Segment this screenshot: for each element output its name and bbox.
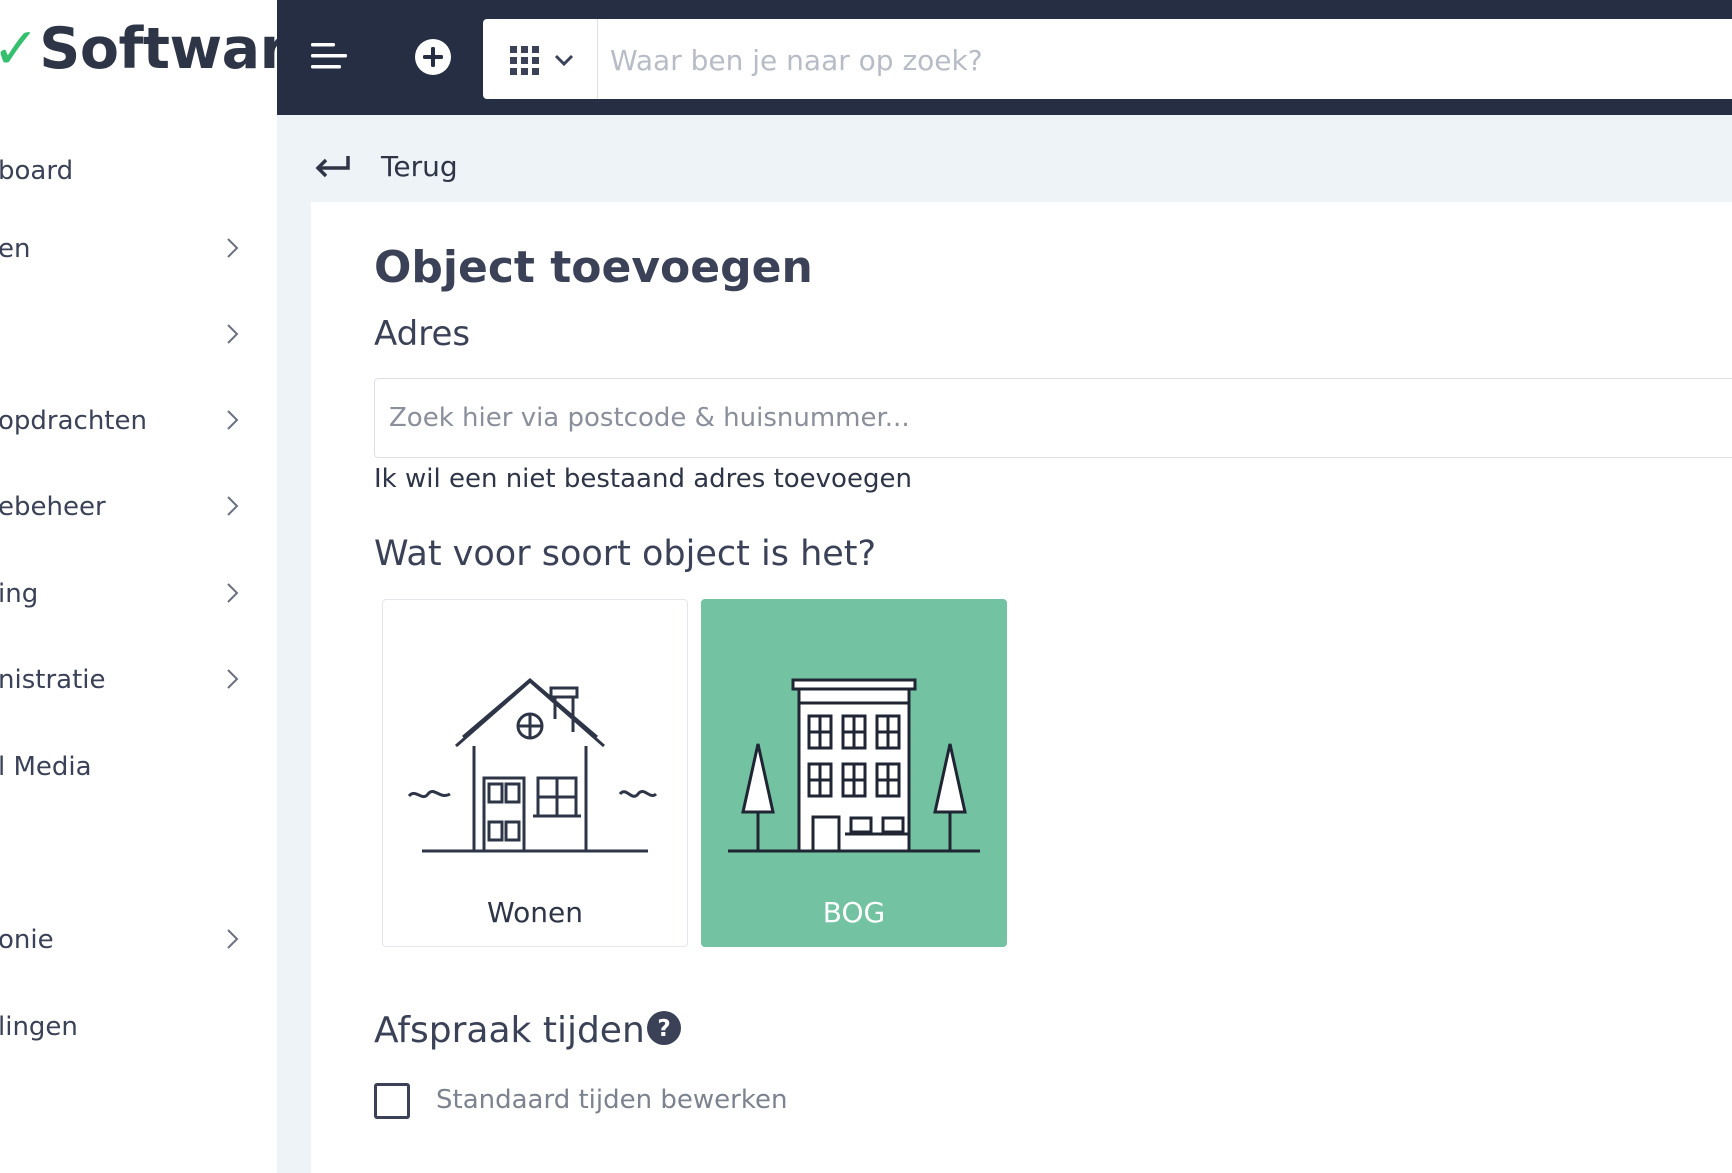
chevron-right-icon xyxy=(227,324,239,344)
chevron-right-icon xyxy=(227,410,239,430)
plus-circle-icon[interactable] xyxy=(414,38,452,76)
chevron-right-icon xyxy=(227,496,239,516)
sidebar-item-label: l Media xyxy=(0,752,92,782)
house-icon xyxy=(407,678,658,853)
object-type-label: Wonen xyxy=(487,896,583,929)
apps-dropdown-button[interactable] xyxy=(483,19,598,99)
sidebar-item-label: ebeheer xyxy=(0,492,106,522)
top-bar xyxy=(277,0,1732,115)
sidebar-item-social-media[interactable]: l Media xyxy=(0,736,277,796)
sidebar-item-ing[interactable]: ing xyxy=(0,563,277,623)
appointment-times-heading: Afspraak tijden xyxy=(374,1010,645,1051)
search-input[interactable] xyxy=(598,19,1732,101)
sidebar-item-label: lingen xyxy=(0,1012,78,1042)
sidebar-item-label: nistratie xyxy=(0,665,106,695)
address-label: Adres xyxy=(374,314,471,354)
default-times-label[interactable]: Standaard tijden bewerken xyxy=(436,1085,787,1115)
default-times-checkbox[interactable] xyxy=(374,1083,410,1119)
chevron-right-icon xyxy=(227,583,239,603)
sidebar-item-dashboard[interactable]: board xyxy=(0,140,277,200)
object-type-heading: Wat voor soort object is het? xyxy=(374,534,877,574)
chevron-down-icon xyxy=(554,54,574,67)
sidebar-item-label: onie xyxy=(0,925,54,955)
sidebar-item-label: ing xyxy=(0,579,39,609)
app-logo[interactable]: ✓Software xyxy=(0,16,277,82)
object-type-bog-option[interactable]: BOG xyxy=(701,599,1007,947)
menu-icon[interactable] xyxy=(307,38,353,74)
svg-text:?: ? xyxy=(657,1016,670,1042)
sidebar-item-beheer[interactable]: ebeheer xyxy=(0,476,277,536)
sidebar-item-lingen[interactable]: lingen xyxy=(0,996,277,1056)
sidebar-item-1[interactable]: en xyxy=(0,218,277,278)
logo-text: Software xyxy=(39,16,277,82)
grid-icon xyxy=(510,46,539,75)
back-label: Terug xyxy=(381,150,458,183)
chevron-right-icon xyxy=(227,929,239,949)
sidebar-item-opdrachten[interactable]: opdrachten xyxy=(0,390,277,450)
sidebar: ✓Software board en opdrachten ebeheer in… xyxy=(0,0,277,1173)
chevron-right-icon xyxy=(227,669,239,689)
help-icon[interactable]: ? xyxy=(646,1010,682,1046)
object-form-card: Object toevoegen Adres Ik wil een niet b… xyxy=(311,202,1732,1173)
object-type-label: BOG xyxy=(822,896,886,929)
address-search-input[interactable] xyxy=(374,378,1732,458)
chevron-right-icon xyxy=(227,238,239,258)
search-bar xyxy=(483,19,1732,101)
add-nonexistent-address-link[interactable]: Ik wil een niet bestaand adres toevoegen xyxy=(374,464,912,494)
sidebar-item-onie[interactable]: onie xyxy=(0,909,277,969)
building-icon xyxy=(728,678,980,853)
sidebar-item-administratie[interactable]: nistratie xyxy=(0,649,277,709)
sidebar-item-label: board xyxy=(0,156,74,186)
back-arrow-icon xyxy=(315,156,350,178)
sidebar-item-label: en xyxy=(0,234,31,264)
sidebar-item-2[interactable] xyxy=(0,304,277,364)
sidebar-item-label: opdrachten xyxy=(0,406,147,436)
page-title: Object toevoegen xyxy=(374,242,813,293)
object-type-wonen-option[interactable]: Wonen xyxy=(382,599,688,947)
